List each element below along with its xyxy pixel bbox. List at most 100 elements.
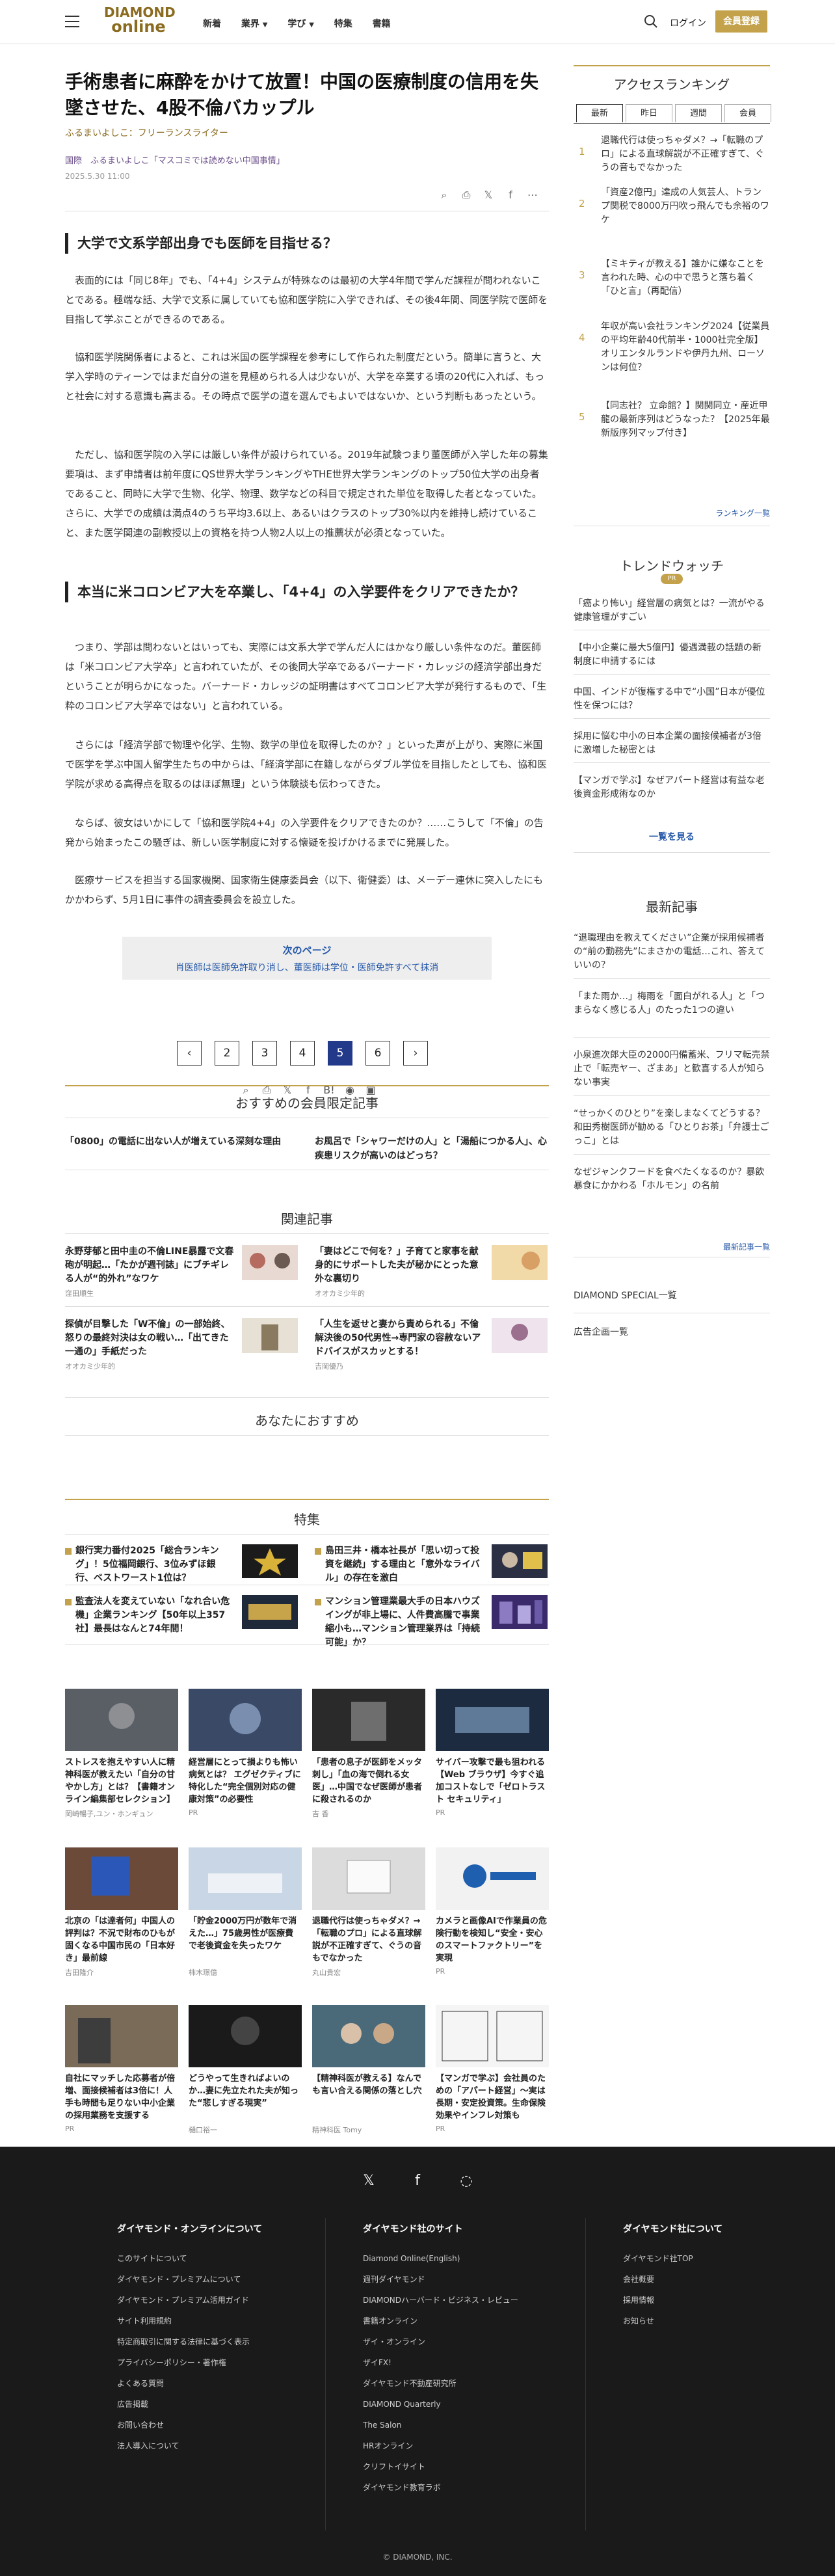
trend-item[interactable]: 「癌より怖い」経営層の病気とは？一流がやる健康管理がすごい <box>574 597 770 624</box>
print-icon[interactable]: ⎙ <box>459 189 473 203</box>
tab-latest[interactable]: 最新 <box>576 104 623 122</box>
ranking-item[interactable]: 2 「資産2億円」達成の人気芸人、トランプ関税で8000万円吹っ飛んでも余裕のワケ <box>574 186 770 232</box>
latest-item[interactable]: 「また雨か…」梅雨を「面白がれる人」と「つまらなく感じる人」のたった1つの違い <box>574 990 770 1017</box>
page-link[interactable]: 2 <box>215 1041 239 1066</box>
trend-more-link[interactable]: 一覧を見る <box>574 830 770 843</box>
trend-item[interactable]: 【マンガで学ぶ】なぜアパート経営は有益な老後資金形成術なのか <box>574 774 770 801</box>
feature-item[interactable]: 監査法人を変えていない「なれ合い危機」企業ランキング【50年以上357社】最長は… <box>65 1595 299 1634</box>
nav-industry[interactable]: 業界 ▼ <box>241 19 268 29</box>
footer-link[interactable]: ザイ・オンライン <box>363 2331 577 2352</box>
footer-link[interactable]: ザイFX! <box>363 2352 577 2373</box>
latest-item[interactable]: “せっかくのひとり”を楽しまなくてどうする？和田秀樹医師が勧める「ひとりお茶」「… <box>574 1107 770 1148</box>
article-card[interactable]: 自社にマッチした応募者が倍増、面接候補者は3倍に！人手も時間も足りない中小企業の… <box>65 2005 178 2154</box>
facebook-icon[interactable]: f <box>408 2171 427 2191</box>
footer-link[interactable]: The Salon <box>363 2415 577 2435</box>
article-author[interactable]: ふるまいよしこ：フリーランスライター <box>65 126 228 139</box>
footer-link[interactable]: 広告掲載 <box>117 2394 332 2415</box>
recommend-item[interactable]: お風呂で「シャワーだけの人」と「湯船につかる人」、心疾患リスクが高いのはどっち？ <box>315 1134 549 1163</box>
page-link[interactable]: 4 <box>290 1041 315 1066</box>
ranking-item[interactable]: 1 退職代行は使っちゃダメ？→「転職のプロ」による直球解説が不正確すぎて、ぐうの音… <box>574 134 770 180</box>
footer-link[interactable]: 採用情報 <box>623 2290 779 2311</box>
latest-item[interactable]: なぜジャンクフードを食べたくなるのか？暴飲暴食にかかわる「ホルモン」の名前 <box>574 1166 770 1193</box>
ranking-item[interactable]: 5 【同志社？ 立命館？】関関同立・産近甲龍の最新序列はどうなった？【2025年最… <box>574 399 770 445</box>
search-icon[interactable] <box>644 14 658 29</box>
article-series[interactable]: 国際 ふるまいよしこ「マスコミでは読めない中国事情」 <box>65 154 285 166</box>
trend-item[interactable]: 採用に悩む中小の日本企業の面接候補者が3倍に激増した秘密とは <box>574 730 770 757</box>
rss-icon[interactable]: ◌ <box>457 2171 476 2191</box>
x-icon[interactable]: 𝕏 <box>359 2171 378 2191</box>
footer-link[interactable]: Diamond Online(English) <box>363 2248 577 2269</box>
ranking-item[interactable]: 4 年収が高い会社ランキング2024【従業員の平均年齢40代前半・1000社完全版… <box>574 320 770 373</box>
footer-link[interactable]: DIAMONDハーバード・ビジネス・レビュー <box>363 2290 577 2311</box>
article-card[interactable]: カメラと画像AIで作業員の危険行動を検知し“安全・安心のスマートファクトリー”を… <box>436 1847 549 1997</box>
site-logo[interactable]: DIAMOND online <box>104 5 176 38</box>
footer-link[interactable]: プライバシーポリシー・著作権 <box>117 2352 332 2373</box>
related-item[interactable]: 「妻はどこで何を？」子育てと家事を献身的にサポートした夫が秘かにとった意外な裏切… <box>315 1245 549 1298</box>
x-icon[interactable]: 𝕏 <box>481 189 496 203</box>
footer-link[interactable]: 週刊ダイヤモンド <box>363 2269 577 2290</box>
latest-more-link[interactable]: 最新記事一覧 <box>723 1241 770 1252</box>
tab-yesterday[interactable]: 昨日 <box>626 104 672 122</box>
footer-link[interactable]: ダイヤモンド教育ラボ <box>363 2477 577 2498</box>
footer-link[interactable]: よくある質問 <box>117 2373 332 2394</box>
footer-link[interactable]: ダイヤモンド社TOP <box>623 2248 779 2269</box>
footer-link[interactable]: HRオンライン <box>363 2435 577 2456</box>
tab-members[interactable]: 会員 <box>724 104 771 122</box>
feature-item[interactable]: マンション管理業最大手の日本ハウズイングが非上場に、人件費高騰で事業縮小も…マン… <box>315 1595 549 1648</box>
latest-item[interactable]: “退職理由を教えてください”企業が採用候補者の“前の勤務先”にまさかの電話…これ… <box>574 932 770 973</box>
nav-books[interactable]: 書籍 <box>373 19 391 29</box>
footer-link[interactable]: お問い合わせ <box>117 2415 332 2435</box>
footer-link[interactable]: お知らせ <box>623 2311 779 2331</box>
article-card[interactable]: どうやって生きればよいのか…妻に先立たれた夫が知った“悲しすぎる現実” 樋口裕一 <box>189 2005 302 2154</box>
nav-feature[interactable]: 特集 <box>334 19 352 29</box>
tab-weekly[interactable]: 週間 <box>675 104 722 122</box>
next-page-button[interactable]: › <box>403 1041 428 1066</box>
page-link[interactable]: 6 <box>365 1041 390 1066</box>
trend-item[interactable]: 中国、インドが復権する中で“小国”日本が優位性を保つには？ <box>574 686 770 713</box>
feature-item[interactable]: 島田三井・橋本社長が「思い切って投資を継続」する理由と「意外なライバル」の存在を… <box>315 1544 549 1583</box>
footer-link[interactable]: ダイヤモンド・プレミアムについて <box>117 2269 332 2290</box>
footer-link[interactable]: DIAMOND Quarterly <box>363 2394 577 2415</box>
article-card[interactable]: 「患者の息子が医師をメッタ刺し」「血の海で倒れる女医」…中国でなぜ医師が患者に殺… <box>312 1689 425 1838</box>
footer-link[interactable]: ダイヤモンド・プレミアム活用ガイド <box>117 2290 332 2311</box>
footer-link[interactable]: サイト利用規約 <box>117 2311 332 2331</box>
article-card[interactable]: 経営層にとって損よりも怖い病気とは？ エグゼクティブに特化した“完全個別対応の健… <box>189 1689 302 1838</box>
latest-item[interactable]: 小泉進次郎大臣の2000円備蓄米、フリマ転売禁止で「転売ヤー、ざまあ」と歓喜する… <box>574 1049 770 1090</box>
footer-link[interactable]: ダイヤモンド不動産研究所 <box>363 2373 577 2394</box>
article-card[interactable]: サイバー攻撃で最も狙われる【Web ブラウザ】今すぐ追加コストなしで「ゼロトラス… <box>436 1689 549 1838</box>
footer-link[interactable]: 会社概要 <box>623 2269 779 2290</box>
footer-link[interactable]: このサイトについて <box>117 2248 332 2269</box>
page-link[interactable]: 3 <box>252 1041 277 1066</box>
prev-page-button[interactable]: ‹ <box>177 1041 202 1066</box>
special-link[interactable]: DIAMOND SPECIAL一覧 <box>574 1289 770 1303</box>
nav-learn[interactable]: 学び ▼ <box>287 19 314 29</box>
page-link-current[interactable]: 5 <box>328 1041 352 1066</box>
article-card[interactable]: 退職代行は使っちゃダメ？→「転職のプロ」による直球解説が不正確すぎて、ぐうの音も… <box>312 1847 425 1997</box>
related-item[interactable]: 永野芽郁と田中圭の不倫LINE暴露で文春砲が明起…「たかが週刊誌」にブチギレる人… <box>65 1245 299 1298</box>
ranking-more-link[interactable]: ランキング一覧 <box>715 507 770 518</box>
footer-link[interactable]: クリフトイサイト <box>363 2456 577 2477</box>
login-link[interactable]: ログイン <box>670 16 706 29</box>
facebook-icon[interactable]: f <box>503 189 518 203</box>
article-card[interactable]: 【精神科医が教える】なんでも言い合える関係の落とし穴 精神科医 Tomy <box>312 2005 425 2154</box>
article-card[interactable]: 【マンガで学ぶ】会社員のための「アパート経営」～実は長期・安定投資策。生命保険効… <box>436 2005 549 2154</box>
article-card[interactable]: 「貯金2000万円が数年で消えた…」75歳男性が医療費で老後資金を失ったワケ 柿… <box>189 1847 302 1997</box>
related-item[interactable]: 探偵が目撃した「W不倫」の一部始終、怒りの最終対決は女の戦い…「出てきた一通の」… <box>65 1318 299 1371</box>
ads-link[interactable]: 広告企画一覧 <box>574 1326 770 1339</box>
footer-link[interactable]: 特定商取引に関する法律に基づく表示 <box>117 2331 332 2352</box>
menu-icon[interactable] <box>65 16 79 27</box>
recommend-item[interactable]: 「0800」の電話に出ない人が増えている深刻な理由 <box>65 1134 299 1149</box>
footer-link[interactable]: 法人導入について <box>117 2435 332 2456</box>
feature-item[interactable]: 銀行実力番付2025「総合ランキング」！5位福岡銀行、3位みずほ銀行、ベストワー… <box>65 1544 299 1583</box>
clip-icon[interactable]: ⌕ <box>437 189 451 203</box>
more-icon[interactable]: ⋯ <box>525 189 540 203</box>
article-card[interactable]: 北京の「は達者何」中国人の評判は？不況で財布のひもが固くなる中国市民の「日本好き… <box>65 1847 178 1997</box>
register-button[interactable]: 会員登録 <box>715 10 767 33</box>
related-item[interactable]: 「人生を返せと妻から責められる」不倫解決後の50代男性→専門家の容赦ないアドバイ… <box>315 1318 549 1371</box>
footer-link[interactable]: 書籍オンライン <box>363 2311 577 2331</box>
next-page-box[interactable]: 次のページ 肖医師は医師免許取り消し、董医師は学位・医師免許すべて抹消 <box>122 937 492 980</box>
ranking-item[interactable]: 3 【ミキティが教える】誰かに嫌なことを言われた時、心の中で思うと落ち着く「ひと言… <box>574 258 770 303</box>
trend-item[interactable]: 【中小企業に最大5億円】優遇満載の話題の新制度に申請するには <box>574 641 770 669</box>
article-card[interactable]: ストレスを抱えやすい人に精神科医が教えたい「自分の甘やかし方」とは？【書籍オンラ… <box>65 1689 178 1838</box>
nav-new[interactable]: 新着 <box>203 19 221 29</box>
